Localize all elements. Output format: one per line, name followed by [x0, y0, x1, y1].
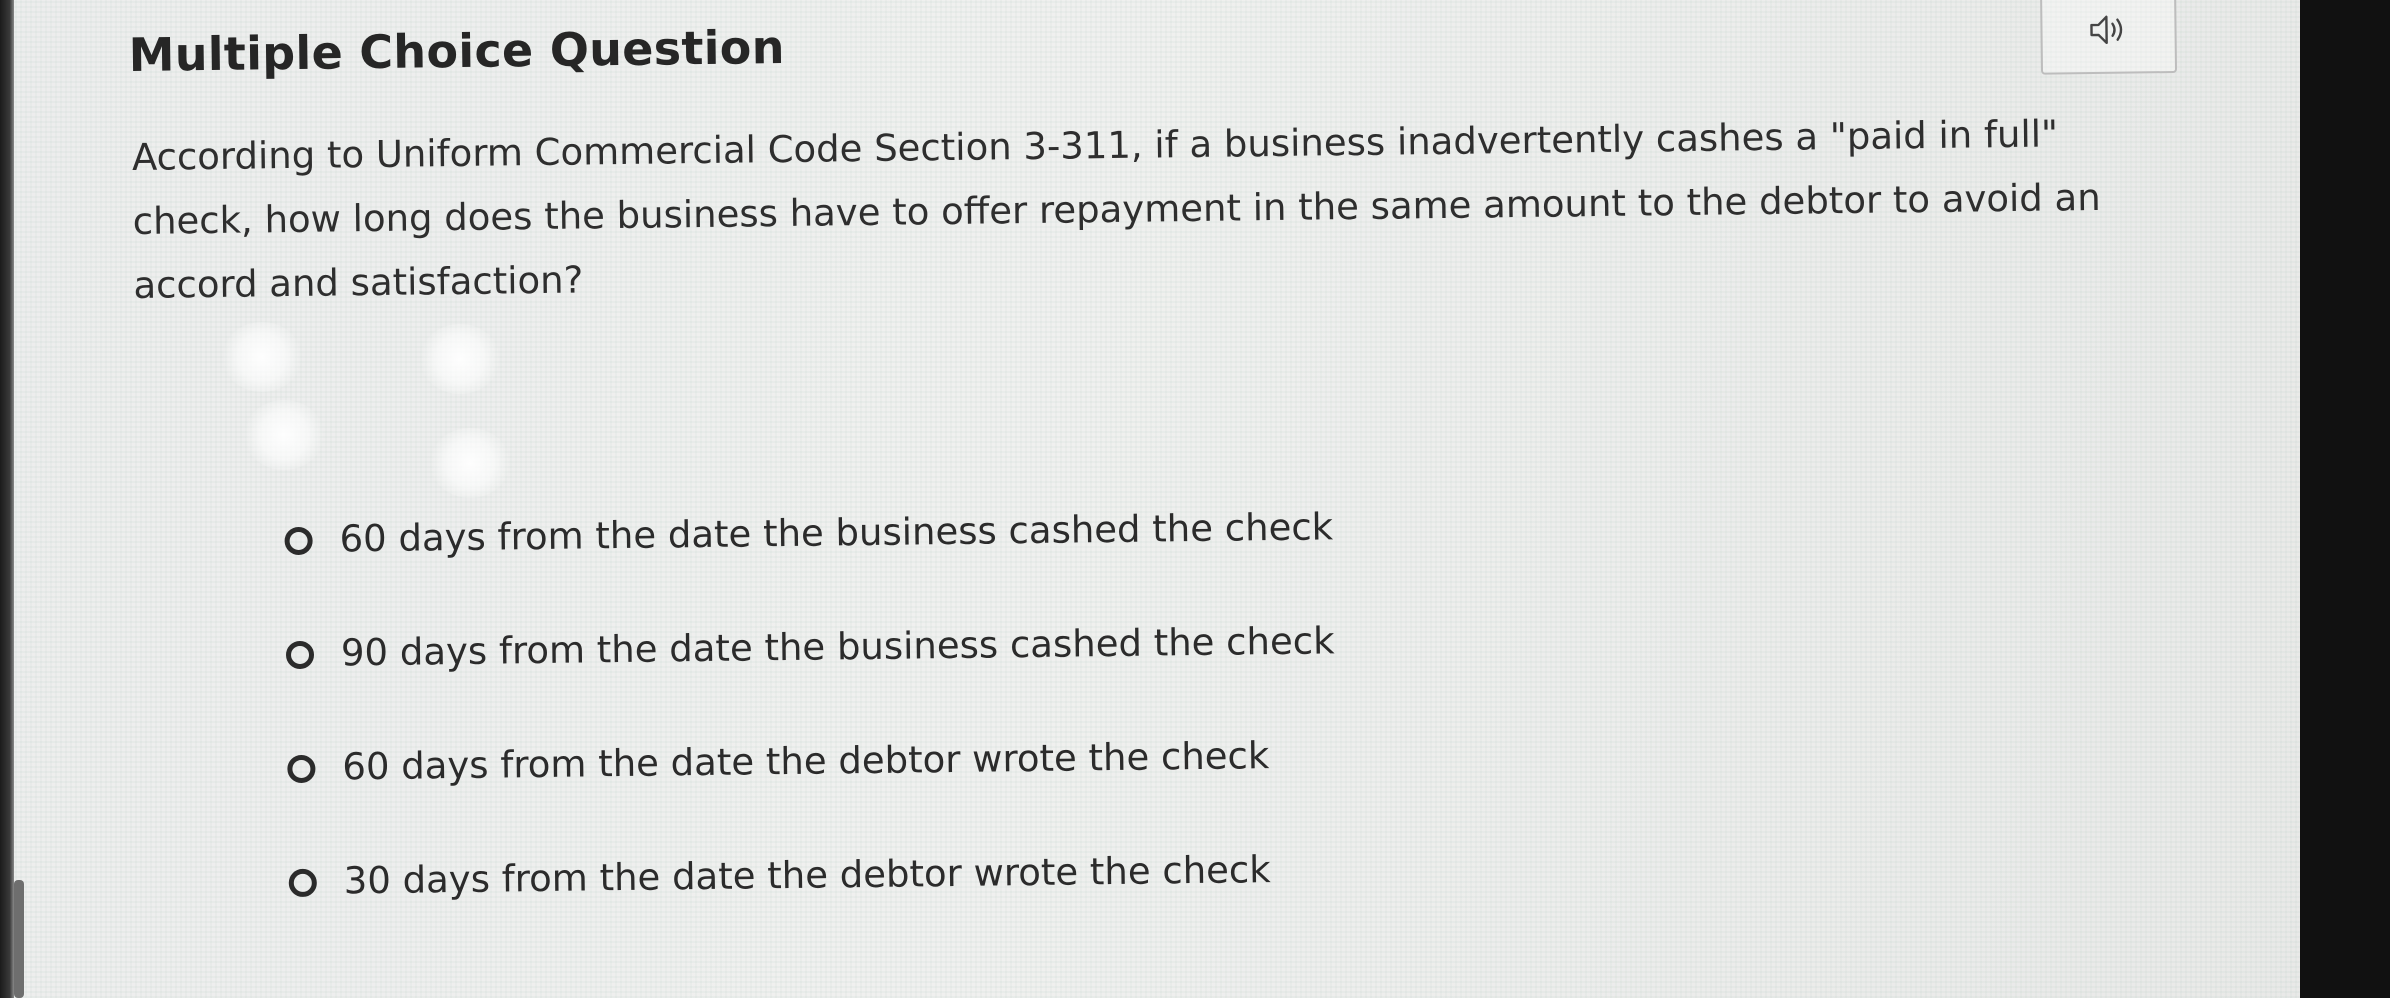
- device-edge: [14, 880, 24, 998]
- answer-option[interactable]: 30 days from the date the debtor wrote t…: [288, 841, 1689, 972]
- screen: Multiple Choice Question According to Un…: [0, 0, 2300, 998]
- radio-button[interactable]: [288, 868, 317, 898]
- radio-button[interactable]: [287, 754, 316, 784]
- read-aloud-button[interactable]: [2040, 0, 2178, 75]
- answer-option[interactable]: 60 days from the date the debtor wrote t…: [287, 727, 1688, 858]
- answer-option-label: 60 days from the date the debtor wrote t…: [342, 734, 1270, 789]
- answer-choices: 60 days from the date the business cashe…: [284, 499, 1689, 972]
- radio-button[interactable]: [285, 640, 315, 670]
- question-text: According to Uniform Commercial Code Sec…: [131, 112, 2101, 307]
- device-bezel-right: [2300, 0, 2390, 998]
- answer-option[interactable]: 90 days from the date the business cashe…: [285, 613, 1687, 744]
- answer-option-label: 30 days from the date the debtor wrote t…: [343, 848, 1271, 903]
- device-bezel-left: [0, 0, 14, 998]
- page-title: Multiple Choice Question: [128, 19, 786, 82]
- radio-button[interactable]: [284, 526, 313, 556]
- answer-option-label: 60 days from the date the business cashe…: [339, 505, 1334, 561]
- question-panel: Multiple Choice Question According to Un…: [128, 0, 2220, 998]
- answer-option[interactable]: 60 days from the date the business cashe…: [284, 499, 1685, 630]
- speaker-icon: [2088, 13, 2128, 51]
